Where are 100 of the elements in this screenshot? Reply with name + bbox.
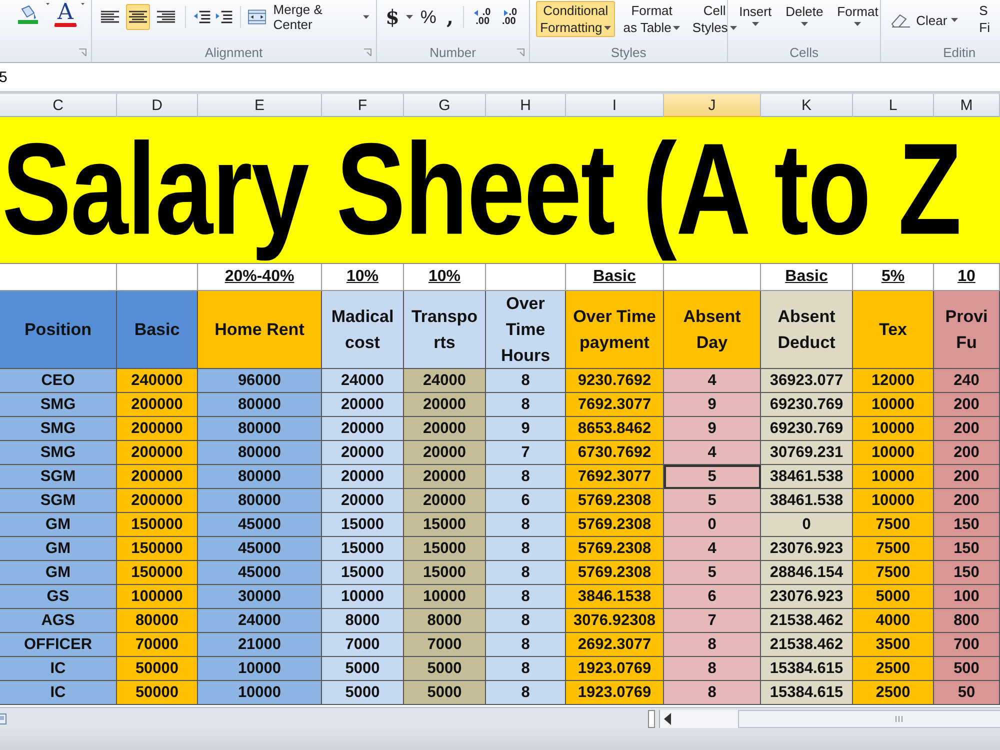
table-cell: 6730.7692 bbox=[566, 441, 664, 465]
column-header[interactable]: D bbox=[117, 94, 198, 117]
table-cell: OFFICER bbox=[0, 633, 117, 657]
align-button[interactable] bbox=[126, 4, 150, 30]
table-cell: Basic bbox=[761, 264, 853, 291]
table-cell: 80000 bbox=[198, 465, 322, 489]
table-cell: 2692.3077 bbox=[566, 633, 664, 657]
caret-icon[interactable] bbox=[363, 15, 370, 19]
currency-button[interactable]: $ bbox=[382, 2, 402, 32]
table-cell: 5000 bbox=[404, 657, 486, 681]
table-cell: 5000 bbox=[853, 585, 934, 609]
table-cell: GS bbox=[0, 585, 117, 609]
table-cell: 24000 bbox=[322, 369, 404, 393]
table-cell: 6 bbox=[664, 585, 761, 609]
table-cell: 150000 bbox=[117, 513, 198, 537]
table-cell: 20000 bbox=[322, 465, 404, 489]
table-cell: 9 bbox=[664, 393, 761, 417]
table-cell: 5000 bbox=[404, 681, 486, 705]
caret-icon bbox=[673, 26, 680, 30]
increase-indent-icon[interactable] bbox=[215, 9, 234, 25]
table-cell: 150 bbox=[934, 537, 1000, 561]
table-cell: 10 bbox=[934, 264, 1000, 291]
table-cell: 2500 bbox=[853, 681, 934, 705]
eraser-icon bbox=[890, 12, 912, 28]
table-cell: 10% bbox=[404, 264, 486, 291]
increase-decimal-button[interactable]: .0 .00 bbox=[471, 7, 494, 27]
column-heading: Transpo rts bbox=[404, 291, 486, 369]
table-cell: 9 bbox=[486, 417, 566, 441]
column-header[interactable]: F bbox=[322, 94, 404, 117]
caret-icon[interactable] bbox=[81, 2, 85, 6]
table-cell: 150000 bbox=[117, 561, 198, 585]
table-cell: 5769.2308 bbox=[566, 561, 664, 585]
cells-button[interactable]: Delete bbox=[780, 1, 828, 28]
table-cell: 200 bbox=[934, 393, 1000, 417]
table-cell: 38461.538 bbox=[761, 489, 853, 513]
table-cell: 15000 bbox=[322, 513, 404, 537]
column-header[interactable]: G bbox=[404, 94, 486, 117]
horizontal-scrollbar[interactable] bbox=[659, 710, 1000, 728]
table-cell: 150 bbox=[934, 513, 1000, 537]
table-cell: 30000 bbox=[198, 585, 322, 609]
group-label: Alignment bbox=[204, 44, 263, 60]
group-label: Cells bbox=[790, 44, 819, 60]
column-header[interactable]: L bbox=[853, 94, 934, 117]
table-cell: 200 bbox=[934, 465, 1000, 489]
table-cell: 20%-40% bbox=[198, 264, 322, 291]
sheet-title: Salary Sheet (A to Z bbox=[1, 118, 961, 262]
table-cell: 10000 bbox=[853, 465, 934, 489]
percent-button[interactable]: % bbox=[417, 4, 440, 30]
table-cell: 3846.1538 bbox=[566, 585, 664, 609]
table-cell: 45000 bbox=[198, 561, 322, 585]
clear-button[interactable]: Clear bbox=[887, 9, 962, 31]
sort-filter-button[interactable]: S Fi bbox=[975, 1, 994, 37]
table-cell: 5769.2308 bbox=[566, 537, 664, 561]
table-cell: 7500 bbox=[853, 513, 934, 537]
font-color-button[interactable]: A bbox=[54, 2, 78, 27]
table-cell: 20000 bbox=[404, 489, 486, 513]
table-cell: 8 bbox=[486, 369, 566, 393]
table-cell: 200000 bbox=[117, 417, 198, 441]
column-header[interactable]: K bbox=[761, 94, 853, 117]
table-cell: SMG bbox=[0, 393, 117, 417]
merge-and-center-button[interactable]: Merge & Center bbox=[270, 0, 360, 35]
decrease-decimal-button[interactable]: .0 .00 bbox=[498, 7, 520, 27]
column-header[interactable]: J bbox=[664, 94, 761, 117]
table-cell: 50000 bbox=[117, 657, 198, 681]
styles-button[interactable]: Conditional Formatting bbox=[536, 1, 616, 37]
table-cell: 69230.769 bbox=[761, 393, 853, 417]
cells-button[interactable]: Format bbox=[832, 1, 884, 28]
column-header[interactable]: E bbox=[198, 94, 322, 117]
table-cell: 240 bbox=[934, 369, 1000, 393]
column-header[interactable]: I bbox=[566, 94, 664, 117]
group-label: Number bbox=[430, 44, 476, 60]
styles-button[interactable]: Format as Table bbox=[619, 1, 684, 37]
table-cell: 200 bbox=[934, 489, 1000, 513]
table-cell: 20000 bbox=[404, 441, 486, 465]
caret-icon[interactable] bbox=[406, 15, 414, 19]
comma-style-button[interactable]: , bbox=[443, 2, 456, 32]
table-cell: 7500 bbox=[853, 561, 934, 585]
table-cell: 15000 bbox=[404, 561, 486, 585]
table-cell: 8 bbox=[664, 633, 761, 657]
caret-icon bbox=[800, 22, 808, 26]
caret-icon[interactable] bbox=[46, 2, 50, 6]
column-heading: Absent Deduct bbox=[761, 291, 853, 369]
column-header[interactable]: C bbox=[0, 94, 117, 117]
table-cell: 8653.8462 bbox=[566, 417, 664, 441]
table-cell: 5% bbox=[853, 264, 934, 291]
table-cell: 4000 bbox=[853, 609, 934, 633]
decrease-indent-icon[interactable] bbox=[193, 9, 212, 25]
column-header[interactable]: M bbox=[934, 94, 1000, 117]
column-header[interactable]: H bbox=[486, 94, 566, 117]
table-cell: 80000 bbox=[198, 393, 322, 417]
table-cell: 21538.462 bbox=[761, 633, 853, 657]
scroll-left-icon[interactable] bbox=[664, 713, 672, 725]
table-cell: SGM bbox=[0, 465, 117, 489]
table-cell: 0 bbox=[664, 513, 761, 537]
group-label: Styles bbox=[610, 44, 646, 60]
table-cell: 8 bbox=[486, 657, 566, 681]
table-cell: GM bbox=[0, 513, 117, 537]
table-cell: 200 bbox=[934, 441, 1000, 465]
split-handle[interactable] bbox=[648, 710, 655, 728]
table-cell: 36923.077 bbox=[761, 369, 853, 393]
